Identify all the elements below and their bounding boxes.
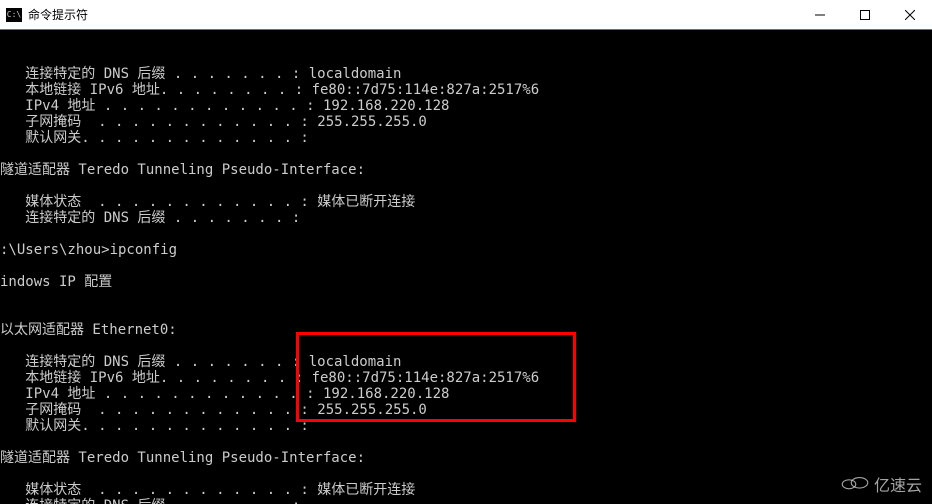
terminal-output[interactable]: 连接特定的 DNS 后缀 . . . . . . . : localdomain… [0, 30, 932, 504]
cmd-icon: C:\ [6, 8, 22, 22]
close-button[interactable] [887, 0, 932, 29]
maximize-button[interactable] [842, 0, 887, 29]
watermark-text: 亿速云 [874, 472, 922, 496]
watermark: 亿速云 [840, 472, 922, 496]
minimize-button[interactable] [797, 0, 842, 29]
window-controls [797, 0, 932, 29]
window-titlebar: C:\ 命令提示符 [0, 0, 932, 30]
window-title: 命令提示符 [28, 6, 797, 23]
cloud-icon [840, 473, 870, 496]
